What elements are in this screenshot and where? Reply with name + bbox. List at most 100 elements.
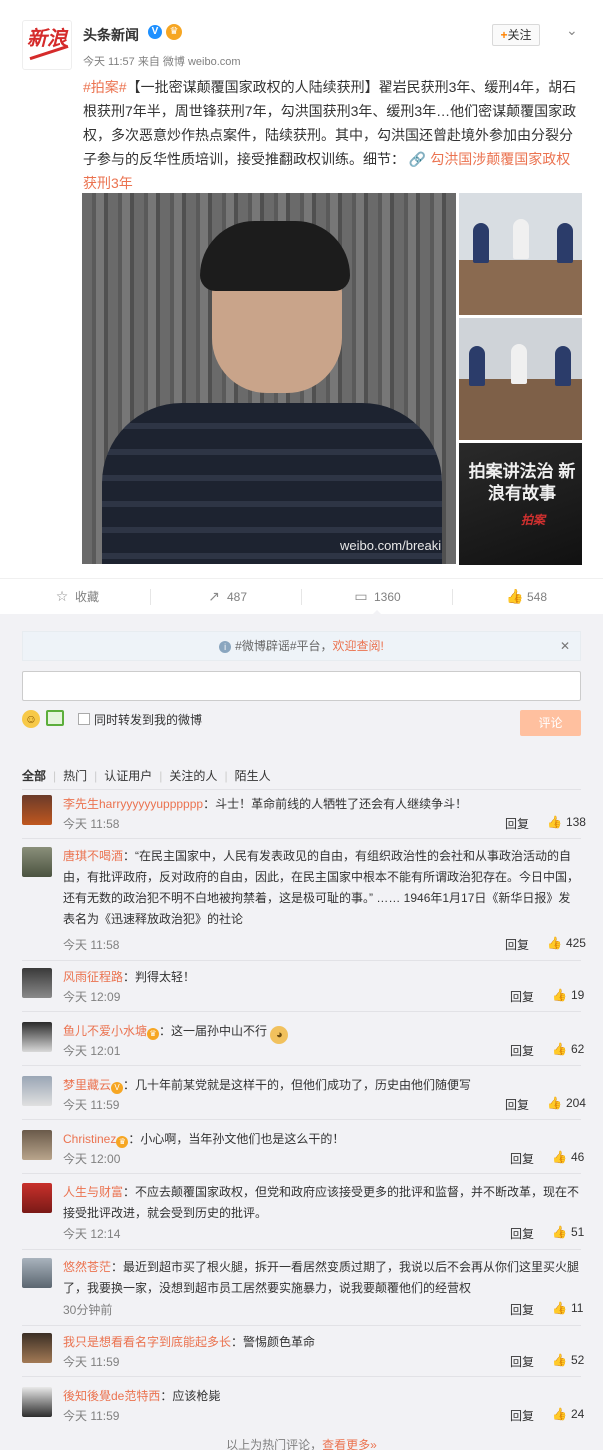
banner-title: 拍案讲法治 新浪有故事 — [468, 462, 576, 503]
comments-panel: i #微博辟谣#平台，欢迎查阅! ✕ ☺ 同时转发到我的微博 评论 全部 | 热门 | 认… — [0, 614, 603, 1450]
divider — [22, 838, 581, 839]
comment-user[interactable]: Christinez — [63, 1132, 116, 1146]
filter-all[interactable]: 全部 — [22, 767, 46, 784]
comment-like-button[interactable]: 👍 19 — [552, 988, 584, 1002]
favorite-label: 收藏 — [75, 590, 100, 604]
comment-body: Christinez ♛ ：小心啊，当年孙文他们也是这么干的！ — [63, 1129, 581, 1150]
comment-text: ：小心啊，当年孙文他们也是这么干的！ — [128, 1132, 345, 1146]
vip-crown-icon: ♛ — [147, 1028, 160, 1040]
comment-like-count: 11 — [570, 1301, 584, 1315]
avatar[interactable] — [22, 968, 52, 998]
avatar[interactable] — [22, 1076, 52, 1106]
comment-like-button[interactable]: 👍 24 — [552, 1407, 584, 1421]
comment-body: 後知後覺de范特西：应该枪毙 — [63, 1386, 581, 1407]
comment-like-button[interactable]: 👍 204 — [547, 1096, 586, 1110]
image-upload-icon[interactable] — [46, 710, 64, 726]
reply-button[interactable]: 回复 — [510, 1150, 534, 1167]
reply-button[interactable]: 回复 — [510, 1225, 534, 1242]
comment-like-count: 138 — [565, 815, 586, 829]
comment-like-count: 204 — [565, 1096, 586, 1110]
comment-user[interactable]: 悠然苍茫 — [63, 1260, 111, 1274]
avatar[interactable] — [22, 1333, 52, 1363]
comment-like-button[interactable]: 👍 46 — [552, 1150, 584, 1164]
view-more-link[interactable]: 查看更多» — [322, 1438, 377, 1450]
post-image-courtroom-1[interactable] — [459, 193, 582, 315]
comment-text: ：斗士！革命前线的人牺牲了还会有人继续争斗！ — [203, 797, 468, 811]
filter-separator: | — [159, 769, 163, 783]
comment-like-button[interactable]: 👍 62 — [552, 1042, 584, 1056]
avatar[interactable] — [22, 1183, 52, 1213]
vip-crown-icon: ♛ — [116, 1136, 129, 1148]
avatar[interactable] — [22, 847, 52, 877]
comment-time: 今天 11:58 — [63, 817, 120, 831]
reply-button[interactable]: 回复 — [505, 815, 529, 832]
post-image-banner[interactable]: 拍案讲法治 新浪有故事 拍案 — [459, 443, 582, 565]
thumbs-up-icon: 👍 — [506, 588, 524, 604]
comment-user[interactable]: 唐琪不喝酒 — [63, 849, 123, 863]
comment-user[interactable]: 鱼儿不爱小水塘 — [63, 1024, 147, 1038]
comment-user[interactable]: 後知後覺de范特西 — [63, 1389, 160, 1403]
avatar[interactable] — [22, 795, 52, 825]
doge-emoji-icon: ◕ — [270, 1026, 289, 1044]
post-time[interactable]: 今天 11:57 — [83, 56, 135, 68]
comment-like-button[interactable]: 👍 138 — [547, 815, 586, 829]
avatar[interactable] — [22, 1258, 52, 1288]
notice-welcome[interactable]: 欢迎查阅! — [333, 639, 384, 653]
comment-text: ：这一届孙中山不行 — [159, 1024, 268, 1038]
comment-like-button[interactable]: 👍 51 — [552, 1225, 584, 1239]
reply-button[interactable]: 回复 — [510, 1301, 534, 1318]
comment-button[interactable]: ▭ 1360 — [353, 579, 401, 616]
author-name[interactable]: 头条新闻 — [83, 25, 139, 45]
comment-text: ：最近到超市买了根火腿，拆开一看居然变质过期了，我说以后不会再从你们这里买火腿了… — [63, 1260, 580, 1295]
star-icon: ☆ — [55, 588, 69, 604]
filter-verified[interactable]: 认证用户 — [104, 767, 152, 784]
repost-button[interactable]: ↗ 487 — [206, 579, 247, 615]
comment-input[interactable] — [22, 671, 581, 701]
chevron-down-icon[interactable]: ⌄ — [566, 22, 578, 39]
comment-like-button[interactable]: 👍 52 — [552, 1353, 584, 1367]
separator — [452, 589, 453, 605]
comment-like-count: 425 — [565, 936, 586, 950]
avatar[interactable] — [22, 1387, 52, 1417]
filter-strangers[interactable]: 陌生人 — [235, 767, 271, 784]
post-source[interactable]: 微博 weibo.com — [163, 56, 241, 68]
like-button[interactable]: 👍 548 — [506, 579, 547, 615]
avatar[interactable] — [22, 1022, 52, 1052]
emoji-icon[interactable]: ☺ — [22, 710, 40, 728]
comment-user[interactable]: 我只是想看看名字到底能起多长 — [63, 1335, 231, 1349]
close-icon[interactable]: ✕ — [560, 632, 570, 660]
forward-checkbox[interactable] — [78, 713, 90, 725]
post-image-courtroom-2[interactable] — [459, 318, 582, 440]
reply-button[interactable]: 回复 — [505, 936, 529, 953]
comment-user[interactable]: 人生与财富 — [63, 1185, 123, 1199]
comment-like-count: 51 — [570, 1225, 585, 1239]
reply-button[interactable]: 回复 — [510, 1042, 534, 1059]
avatar[interactable] — [22, 1130, 52, 1160]
filter-following[interactable]: 关注的人 — [169, 767, 217, 784]
reply-button[interactable]: 回复 — [510, 1353, 534, 1370]
comment-user[interactable]: 梦里藏云 — [63, 1078, 111, 1092]
reply-button[interactable]: 回复 — [505, 1096, 529, 1113]
filter-separator: | — [224, 769, 228, 783]
reply-button[interactable]: 回复 — [510, 988, 534, 1005]
comment-user[interactable]: 李先生harryyyyyyupppppp — [63, 797, 203, 811]
comment-user[interactable]: 风雨征程路 — [63, 970, 123, 984]
share-icon: ↗ — [208, 588, 220, 604]
topic-link[interactable]: #拍案# — [83, 79, 127, 95]
divider — [22, 1119, 581, 1120]
filter-hot[interactable]: 热门 — [63, 767, 87, 784]
divider — [22, 1173, 581, 1174]
post-meta: 今天 11:57 来自 微博 weibo.com — [83, 53, 241, 69]
comment-like-count: 46 — [570, 1150, 585, 1164]
post-image-main[interactable]: weibo.com/breaki — [82, 193, 456, 564]
submit-comment-button[interactable]: 评论 — [520, 710, 581, 736]
repost-count: 487 — [227, 590, 248, 604]
banner-sign: 拍案 — [521, 513, 546, 527]
comment-like-button[interactable]: 👍 425 — [547, 936, 586, 950]
comment-like-button[interactable]: 👍 11 — [552, 1301, 583, 1315]
reply-button[interactable]: 回复 — [510, 1407, 534, 1424]
notice-topic[interactable]: #微博辟谣#平台， — [235, 639, 332, 653]
favorite-button[interactable]: ☆ 收藏 — [54, 579, 99, 615]
author-avatar[interactable]: 新浪 — [22, 20, 72, 70]
follow-button[interactable]: +关注 — [492, 24, 540, 46]
